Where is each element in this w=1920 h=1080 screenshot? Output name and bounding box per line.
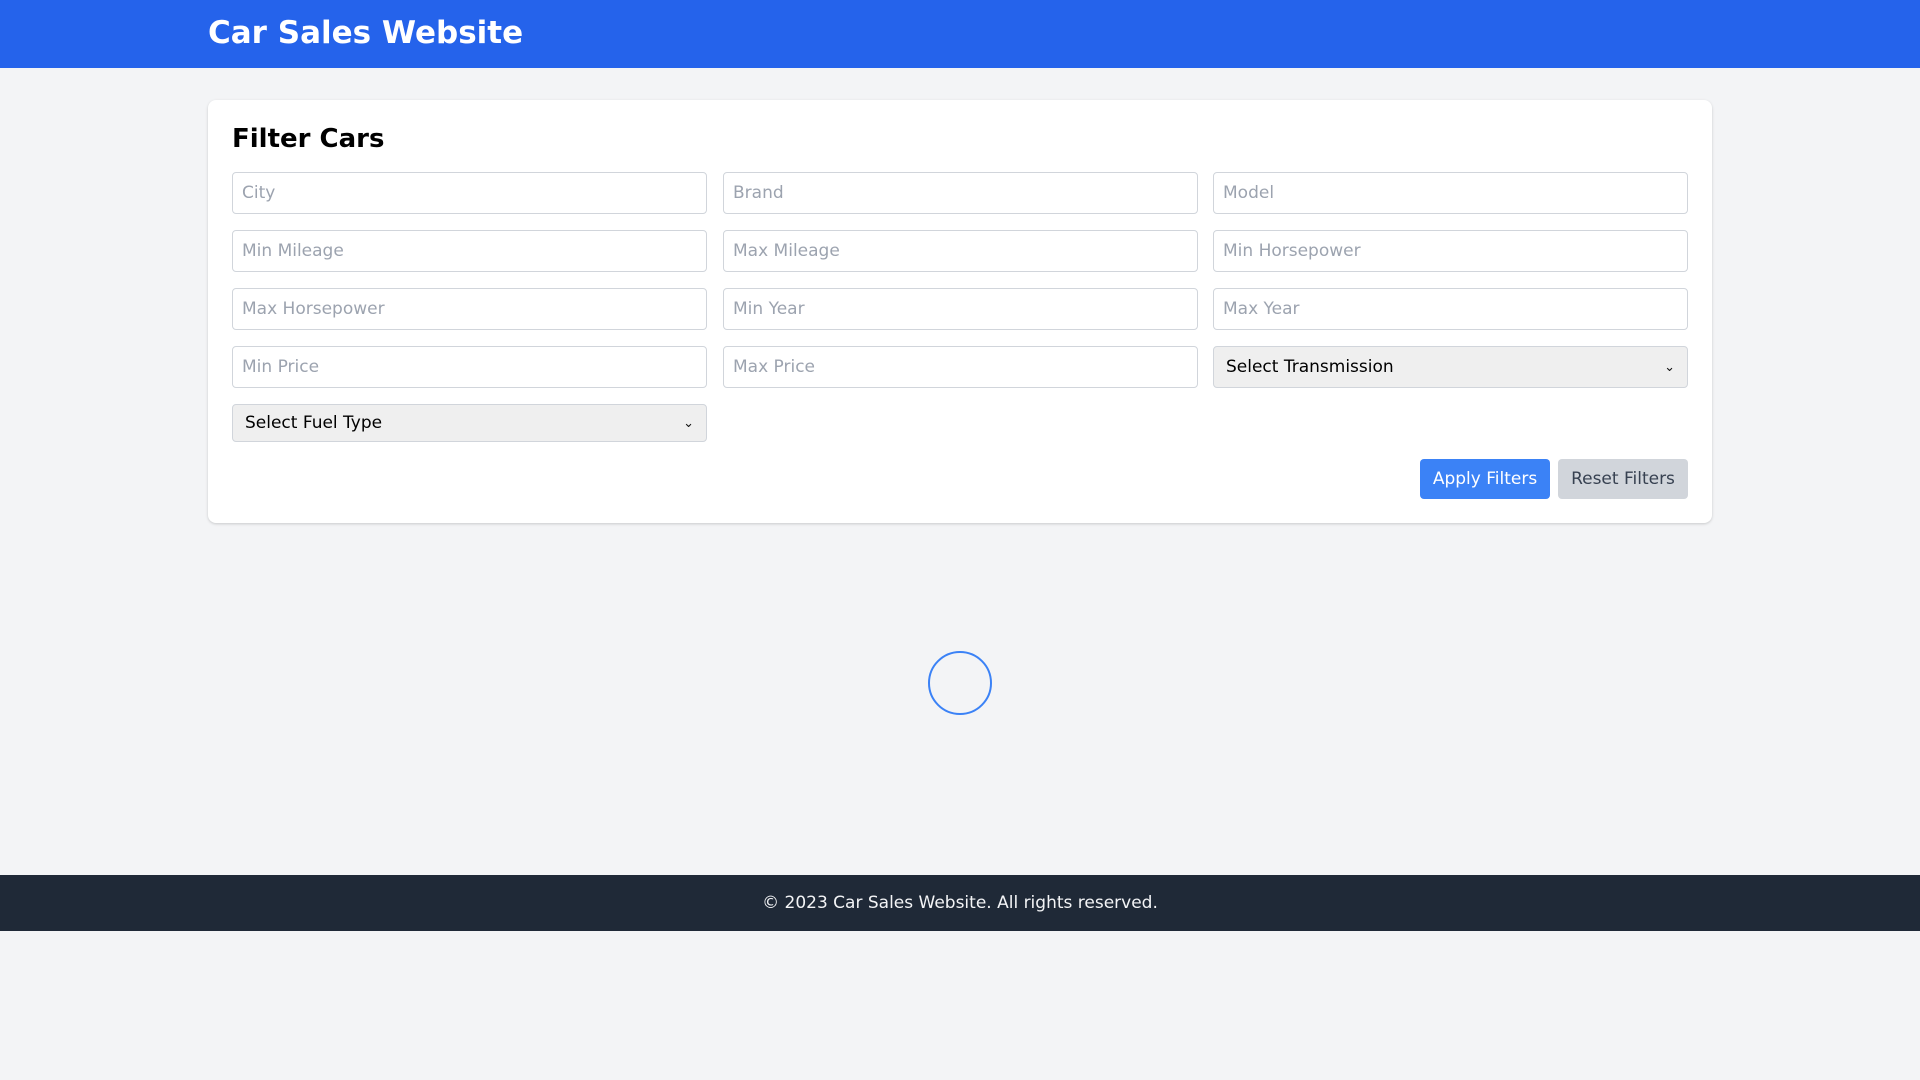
footer-copyright: © 2023 Car Sales Website. All rights res…	[762, 893, 1158, 913]
filter-card: Filter Cars Select Transmission ⌄ Select…	[208, 100, 1712, 523]
max-year-input[interactable]	[1213, 288, 1688, 330]
brand-input[interactable]	[723, 172, 1198, 214]
fuel-type-select-value: Select Fuel Type	[245, 413, 383, 433]
transmission-select-value: Select Transmission	[1226, 357, 1394, 377]
filter-title: Filter Cars	[232, 124, 385, 154]
loading-spinner	[928, 651, 992, 715]
max-price-input[interactable]	[723, 346, 1198, 388]
chevron-down-icon: ⌄	[683, 415, 694, 431]
max-mileage-input[interactable]	[723, 230, 1198, 272]
reset-filters-button[interactable]: Reset Filters	[1558, 459, 1688, 499]
site-header: Car Sales Website	[0, 0, 1920, 68]
city-input[interactable]	[232, 172, 707, 214]
min-price-input[interactable]	[232, 346, 707, 388]
chevron-down-icon: ⌄	[1664, 359, 1675, 375]
site-footer: © 2023 Car Sales Website. All rights res…	[0, 875, 1920, 931]
model-input[interactable]	[1213, 172, 1688, 214]
transmission-select[interactable]: Select Transmission ⌄	[1213, 346, 1688, 388]
min-year-input[interactable]	[723, 288, 1198, 330]
max-horsepower-input[interactable]	[232, 288, 707, 330]
min-mileage-input[interactable]	[232, 230, 707, 272]
min-horsepower-input[interactable]	[1213, 230, 1688, 272]
site-title: Car Sales Website	[208, 15, 524, 51]
apply-filters-button[interactable]: Apply Filters	[1420, 459, 1550, 499]
fuel-type-select[interactable]: Select Fuel Type ⌄	[232, 404, 707, 442]
